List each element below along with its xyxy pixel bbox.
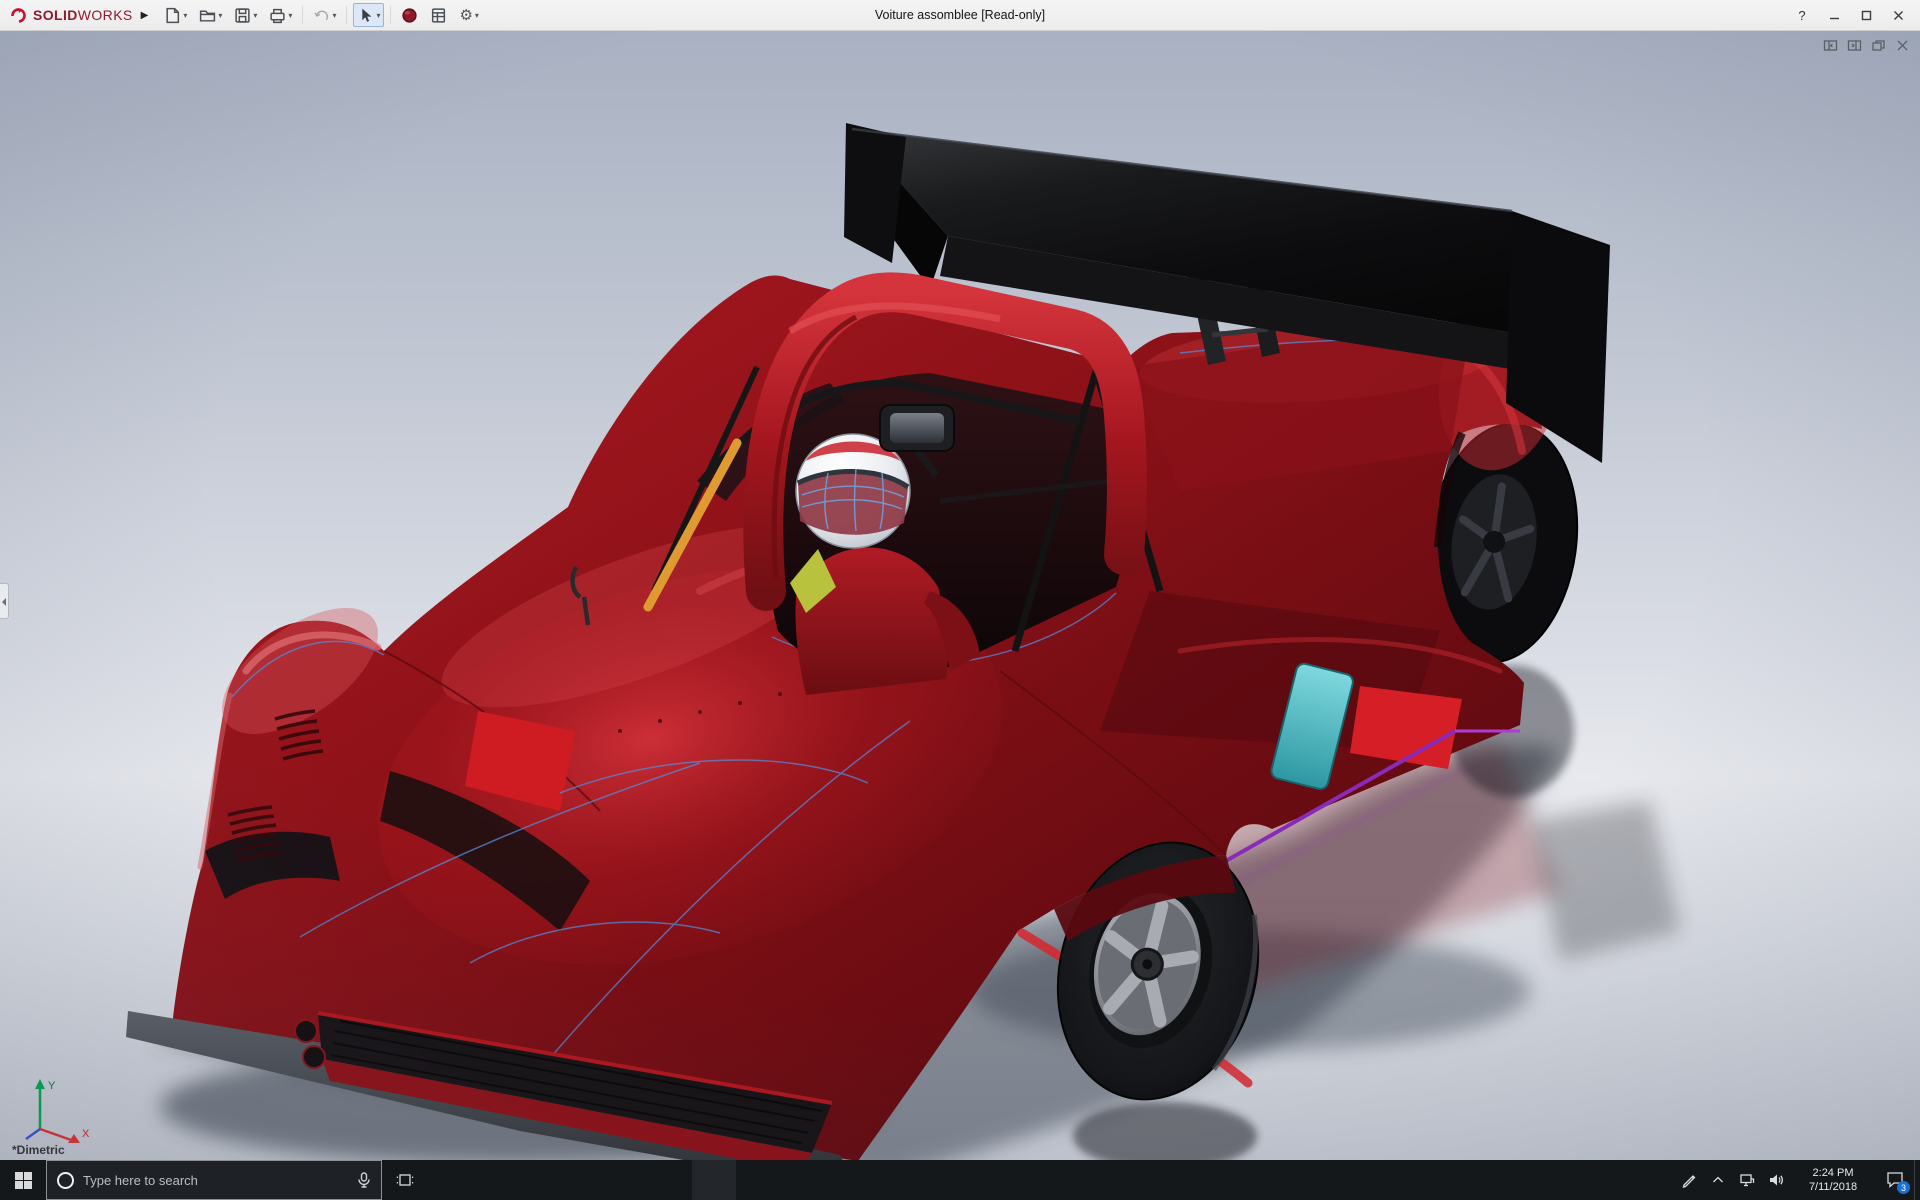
windows-ink-pen-button[interactable] — [1674, 1160, 1703, 1200]
ds-logo-icon — [11, 8, 26, 23]
car-model-scene[interactable]: Y X — [0, 31, 1920, 1160]
print-button[interactable]: ▾ — [265, 3, 296, 27]
help-button[interactable]: ? — [1788, 3, 1816, 27]
save-floppy-icon — [235, 7, 251, 23]
speaker-icon — [1769, 1174, 1783, 1186]
pen-icon — [1682, 1175, 1695, 1188]
brake-duct — [302, 1045, 326, 1069]
close-button[interactable] — [1884, 3, 1912, 27]
appearance-button[interactable] — [397, 3, 422, 27]
app-icon-solidworks-2017[interactable]: SW 2017 — [692, 1160, 736, 1200]
graphics-viewport[interactable]: Y X *Dimetric — [0, 31, 1920, 1160]
taskbar-search[interactable] — [46, 1160, 382, 1200]
app-icon-mail[interactable] — [560, 1160, 604, 1200]
app-icon-file-explorer[interactable] — [472, 1160, 516, 1200]
microphone-icon[interactable] — [357, 1172, 371, 1188]
dropdown-caret-icon[interactable]: ▾ — [183, 11, 187, 20]
quick-toolbar: ▾ ▾ ▾ ▾ ▾ ▾ ⚙ ▾ — [158, 3, 485, 27]
brake-duct — [294, 1019, 318, 1043]
toolbar-separator — [390, 6, 392, 24]
solidworks-window: SOLIDWORKS ▶ ▾ ▾ ▾ ▾ ▾ ▾ ⚙ ▾ Voiture ass… — [0, 0, 1920, 1200]
new-document-button[interactable]: ▾ — [160, 3, 191, 27]
app-icon-photos[interactable] — [648, 1160, 692, 1200]
titlebar: SOLIDWORKS ▶ ▾ ▾ ▾ ▾ ▾ ▾ ⚙ ▾ Voiture ass… — [0, 0, 1920, 31]
task-view-icon — [396, 1174, 414, 1186]
notification-badge: 3 — [1897, 1181, 1910, 1194]
chevron-up-icon — [1712, 1176, 1723, 1183]
clock-time: 2:24 PM — [1812, 1166, 1854, 1179]
taskbar-clock[interactable]: 2:24 PM 7/11/2018 — [1790, 1160, 1876, 1200]
open-document-button[interactable]: ▾ — [195, 3, 226, 27]
pane-left-icon[interactable] — [1823, 38, 1838, 58]
volume-button[interactable] — [1761, 1160, 1790, 1200]
open-folder-icon — [200, 10, 216, 22]
windows-taskbar: e — [0, 1160, 1920, 1200]
close-document-icon[interactable] — [1895, 38, 1910, 58]
show-desktop-button[interactable] — [1914, 1160, 1920, 1200]
network-icon — [1739, 1174, 1754, 1187]
document-table-icon — [432, 7, 446, 23]
appearance-sphere-icon — [402, 7, 418, 23]
toolbar-separator — [302, 6, 304, 24]
triad-x-label: X — [82, 1128, 90, 1140]
clock-date: 7/11/2018 — [1808, 1181, 1858, 1193]
app-icon-edge[interactable]: e — [428, 1160, 472, 1200]
print-icon — [270, 8, 286, 23]
system-tray: 2:24 PM 7/11/2018 3 — [1674, 1160, 1920, 1200]
dropdown-caret-icon[interactable]: ▾ — [218, 11, 222, 20]
network-button[interactable] — [1732, 1160, 1761, 1200]
help-icon: ? — [1798, 7, 1806, 23]
triad-y-label: Y — [48, 1080, 56, 1092]
hidden-icons-button[interactable] — [1703, 1160, 1732, 1200]
app-icon-store[interactable] — [516, 1160, 560, 1200]
save-button[interactable]: ▾ — [230, 3, 261, 27]
task-view-button[interactable] — [382, 1160, 428, 1200]
undo-button[interactable]: ▾ — [309, 3, 340, 27]
undo-icon — [314, 10, 329, 20]
document-title: Voiture assomblee [Read-only] — [874, 8, 1046, 22]
app-icon-dark-tile[interactable] — [604, 1160, 648, 1200]
select-tool-button[interactable]: ▾ — [353, 3, 385, 27]
expand-menu-arrow-icon[interactable]: ▶ — [141, 10, 149, 21]
origin-triad: Y X — [25, 1079, 90, 1143]
restore-document-icon[interactable] — [1871, 38, 1886, 58]
pane-right-icon[interactable] — [1847, 38, 1862, 58]
search-input[interactable] — [83, 1172, 348, 1188]
brand-name: SOLIDWORKS — [33, 7, 133, 23]
minimize-icon — [1829, 17, 1839, 19]
toolbar-separator — [346, 6, 348, 24]
options-button[interactable]: ⚙ ▾ — [455, 3, 482, 27]
solidworks-logo: SOLIDWORKS — [8, 5, 133, 25]
minimize-button[interactable] — [1820, 3, 1848, 27]
document-window-controls — [1823, 38, 1910, 58]
close-icon — [1893, 10, 1903, 20]
dropdown-caret-icon[interactable]: ▾ — [253, 11, 257, 20]
select-cursor-icon — [362, 8, 372, 22]
start-button[interactable] — [0, 1160, 46, 1200]
cortana-icon[interactable] — [57, 1171, 74, 1189]
dropdown-caret-icon[interactable]: ▾ — [376, 11, 380, 20]
view-orientation-label: *Dimetric — [12, 1143, 65, 1157]
maximize-icon — [1861, 10, 1871, 20]
maximize-button[interactable] — [1852, 3, 1880, 27]
dropdown-caret-icon[interactable]: ▾ — [288, 11, 292, 20]
windows-logo-icon — [14, 1171, 32, 1189]
dropdown-caret-icon[interactable]: ▾ — [332, 11, 336, 20]
options-gear-icon: ⚙ — [459, 6, 473, 24]
document-properties-button[interactable] — [426, 3, 451, 27]
action-center-button[interactable]: 3 — [1876, 1160, 1914, 1200]
new-document-icon — [166, 7, 180, 23]
window-controls: ? — [1788, 3, 1912, 27]
dropdown-caret-icon[interactable]: ▾ — [475, 11, 479, 20]
featuremanager-collapsed-tab[interactable] — [0, 583, 9, 619]
